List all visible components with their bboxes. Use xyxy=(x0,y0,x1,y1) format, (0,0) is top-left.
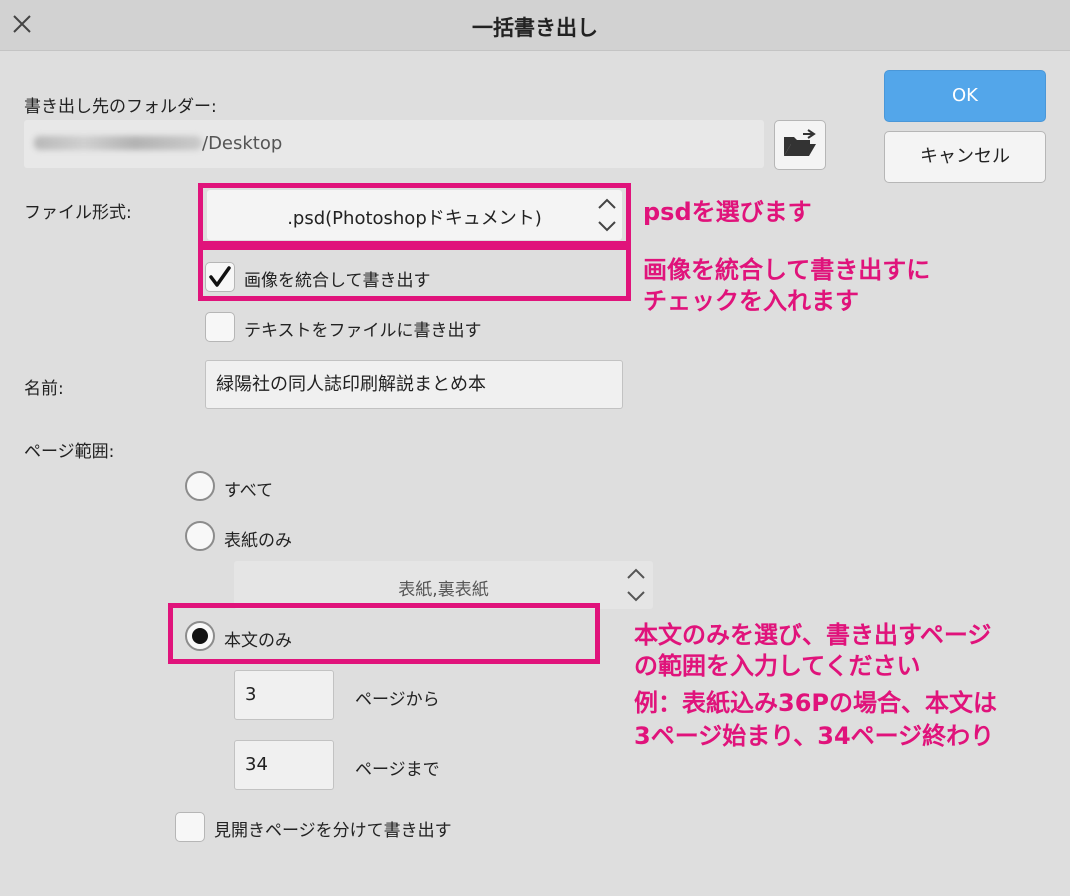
ok-button[interactable]: OK xyxy=(884,70,1046,122)
annotation-merge-line1: 画像を統合して書き出すに xyxy=(643,256,931,284)
file-format-label: ファイル形式: xyxy=(24,203,132,223)
page-to-label: ページまで xyxy=(355,760,440,780)
cover-select-value: 表紙,裏表紙 xyxy=(398,580,489,600)
page-from-label: ページから xyxy=(355,690,440,710)
format-highlight-box xyxy=(198,183,631,246)
radio-cover-only-label: 表紙のみ xyxy=(224,531,292,551)
text-export-label: テキストをファイルに書き出す xyxy=(244,321,482,341)
text-export-checkbox[interactable] xyxy=(205,312,235,342)
spread-label: 見開きページを分けて書き出す xyxy=(214,821,452,841)
annotation-merge-line2: チェックを入れます xyxy=(643,287,859,315)
page-range-label: ページ範囲: xyxy=(24,442,115,462)
name-input[interactable]: 緑陽社の同人誌印刷解説まとめ本 xyxy=(205,360,623,409)
browse-folder-button[interactable] xyxy=(774,120,826,170)
redacted-path xyxy=(34,136,202,150)
annotation-body-line1: 本文のみを選び、書き出すページ xyxy=(634,621,992,649)
body-only-highlight-box xyxy=(168,603,600,664)
spread-checkbox[interactable] xyxy=(175,812,205,842)
destination-label: 書き出し先のフォルダー: xyxy=(24,97,217,117)
merge-highlight-box xyxy=(198,245,631,301)
batch-export-dialog: 一括書き出し OK キャンセル 書き出し先のフォルダー: /Desktop ファ… xyxy=(0,0,1070,896)
chevron-updown-icon xyxy=(627,568,645,602)
annotation-body-line2: の範囲を入力してください xyxy=(634,652,921,680)
destination-path-field[interactable]: /Desktop xyxy=(24,120,764,168)
destination-path-text: /Desktop xyxy=(202,133,283,154)
dialog-title: 一括書き出し xyxy=(472,16,598,40)
annotation-psd: psdを選びます xyxy=(643,198,812,226)
annotation-body-line3: 例：表紙込み36Pの場合、本文は xyxy=(634,689,997,717)
page-from-input[interactable]: 3 xyxy=(234,670,334,720)
radio-all[interactable] xyxy=(185,471,215,501)
folder-open-icon xyxy=(784,129,816,156)
cancel-button[interactable]: キャンセル xyxy=(884,131,1046,183)
radio-cover-only[interactable] xyxy=(185,521,215,551)
name-label: 名前: xyxy=(24,379,64,399)
annotation-body-line4: 3ページ始まり、34ページ終わり xyxy=(634,722,995,750)
cover-select[interactable]: 表紙,裏表紙 xyxy=(234,561,653,609)
radio-all-label: すべて xyxy=(224,481,274,501)
page-to-input[interactable]: 34 xyxy=(234,740,334,790)
title-bar: 一括書き出し xyxy=(0,0,1070,51)
